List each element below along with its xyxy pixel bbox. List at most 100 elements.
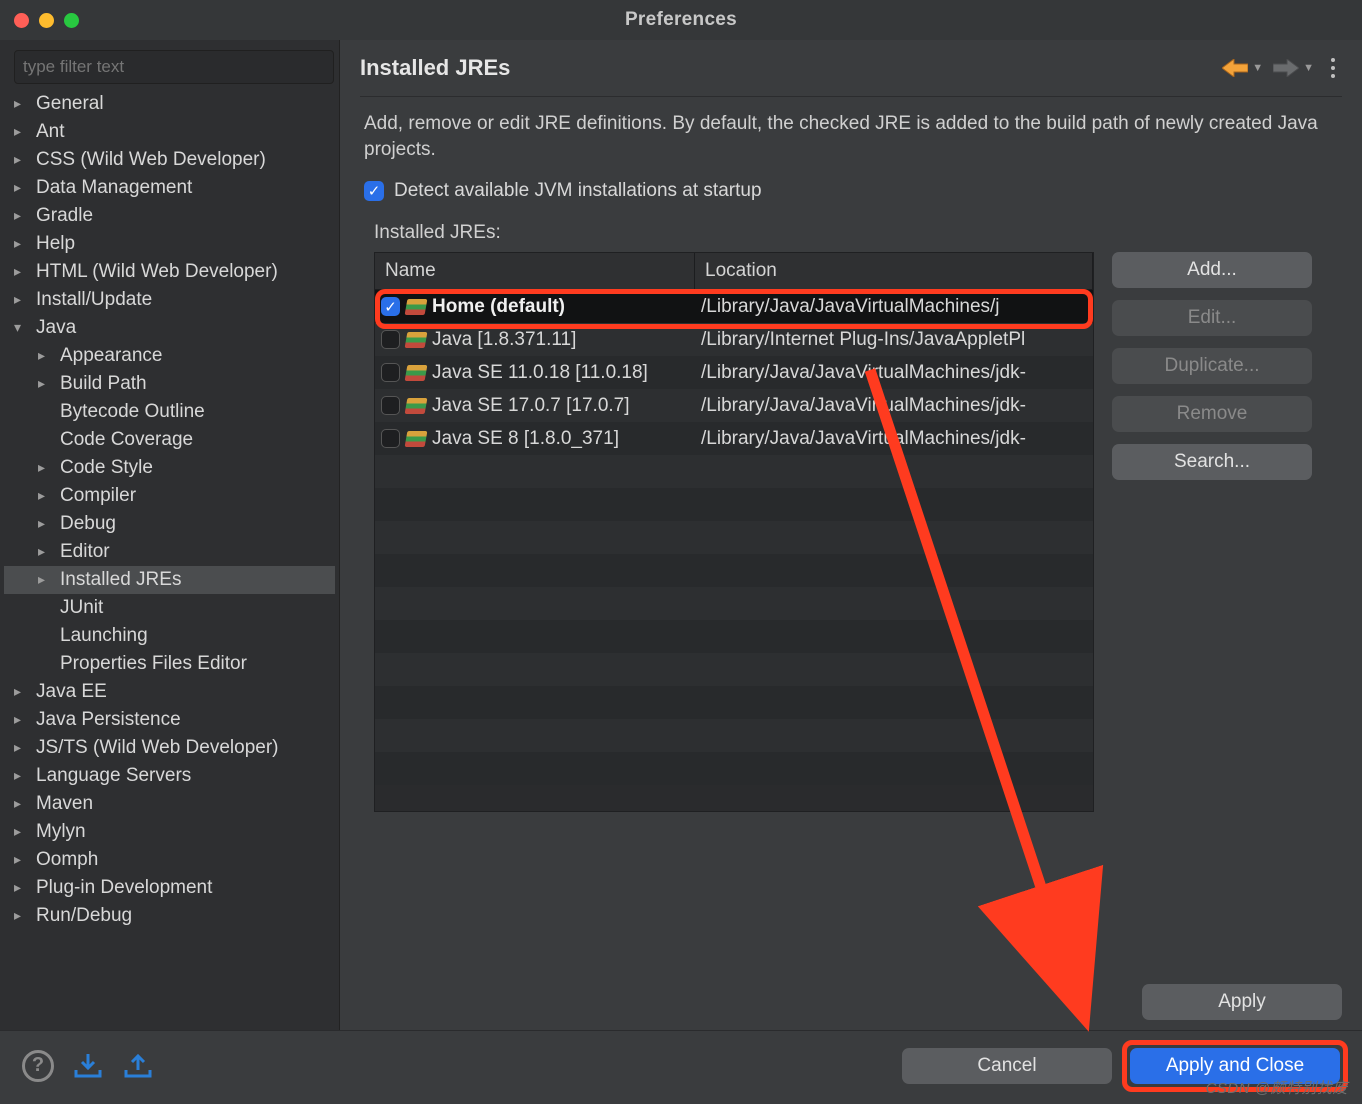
tree-item-label: Launching xyxy=(60,625,148,647)
tree-item[interactable]: Compiler xyxy=(4,482,335,510)
tree-item[interactable]: Editor xyxy=(4,538,335,566)
tree-item[interactable]: Appearance xyxy=(4,342,335,370)
jre-name: Java SE 17.0.7 [17.0.7] xyxy=(432,395,630,417)
jre-checkbox[interactable] xyxy=(381,363,400,382)
tree-item-label: Gradle xyxy=(36,205,93,227)
jre-name: Java SE 8 [1.8.0_371] xyxy=(432,428,619,450)
tree-item[interactable]: Run/Debug xyxy=(4,902,335,930)
tree-item[interactable]: Build Path xyxy=(4,370,335,398)
table-row[interactable]: Java [1.8.371.11]/Library/Internet Plug-… xyxy=(375,323,1093,356)
chevron-right-icon[interactable] xyxy=(14,123,30,140)
watermark: CSDN @颇特别找废 xyxy=(1206,1077,1348,1098)
table-row[interactable]: Java SE 11.0.18 [11.0.18]/Library/Java/J… xyxy=(375,356,1093,389)
table-row-empty xyxy=(375,686,1093,719)
tree-item[interactable]: Java Persistence xyxy=(4,706,335,734)
tree-item[interactable]: JS/TS (Wild Web Developer) xyxy=(4,734,335,762)
jre-library-icon xyxy=(405,431,428,447)
history-forward-button[interactable]: ▼ xyxy=(1273,59,1314,77)
chevron-right-icon[interactable] xyxy=(38,347,54,364)
tree-item-label: Data Management xyxy=(36,177,192,199)
tree-item-label: General xyxy=(36,93,104,115)
tree-item[interactable]: Language Servers xyxy=(4,762,335,790)
jre-checkbox[interactable] xyxy=(381,396,400,415)
tree-item[interactable]: Mylyn xyxy=(4,818,335,846)
preferences-content: Installed JREs ▼ ▼ Add, remove or edit J… xyxy=(340,40,1362,1030)
page-menu-button[interactable] xyxy=(1324,54,1342,82)
table-row[interactable]: Java SE 8 [1.8.0_371]/Library/Java/JavaV… xyxy=(375,422,1093,455)
export-preferences-button[interactable] xyxy=(122,1052,154,1080)
chevron-right-icon[interactable] xyxy=(14,207,30,224)
tree-item[interactable]: Properties Files Editor xyxy=(4,650,335,678)
tree-item[interactable]: General xyxy=(4,90,335,118)
table-row[interactable]: Java SE 17.0.7 [17.0.7]/Library/Java/Jav… xyxy=(375,389,1093,422)
column-header-name[interactable]: Name xyxy=(375,253,695,289)
chevron-right-icon[interactable] xyxy=(14,151,30,168)
tree-item[interactable]: Oomph xyxy=(4,846,335,874)
chevron-right-icon[interactable] xyxy=(14,179,30,196)
jre-checkbox[interactable] xyxy=(381,330,400,349)
chevron-right-icon[interactable] xyxy=(38,515,54,532)
filter-input[interactable] xyxy=(14,50,334,84)
tree-item[interactable]: JUnit xyxy=(4,594,335,622)
tree-item[interactable]: Debug xyxy=(4,510,335,538)
tree-item[interactable]: CSS (Wild Web Developer) xyxy=(4,146,335,174)
apply-button[interactable]: Apply xyxy=(1142,984,1342,1020)
tree-item[interactable]: Data Management xyxy=(4,174,335,202)
cancel-button[interactable]: Cancel xyxy=(902,1048,1112,1084)
chevron-right-icon[interactable] xyxy=(14,235,30,252)
tree-item[interactable]: Plug-in Development xyxy=(4,874,335,902)
chevron-right-icon[interactable] xyxy=(14,767,30,784)
tree-item[interactable]: Java EE xyxy=(4,678,335,706)
help-button[interactable]: ? xyxy=(22,1050,54,1082)
chevron-right-icon[interactable] xyxy=(14,879,30,896)
chevron-right-icon[interactable] xyxy=(38,375,54,392)
tree-item-label: Properties Files Editor xyxy=(60,653,247,675)
table-row[interactable]: ✓Home (default)/Library/Java/JavaVirtual… xyxy=(375,290,1093,323)
tree-item[interactable]: Launching xyxy=(4,622,335,650)
chevron-right-icon[interactable] xyxy=(14,291,30,308)
chevron-right-icon[interactable] xyxy=(14,683,30,700)
jre-checkbox[interactable]: ✓ xyxy=(381,297,400,316)
chevron-right-icon[interactable] xyxy=(14,907,30,924)
chevron-right-icon[interactable] xyxy=(14,263,30,280)
tree-item[interactable]: Code Coverage xyxy=(4,426,335,454)
chevron-right-icon[interactable] xyxy=(38,487,54,504)
zoom-window-button[interactable] xyxy=(64,13,79,28)
chevron-right-icon[interactable] xyxy=(38,543,54,560)
tree-item[interactable]: Java xyxy=(4,314,335,342)
chevron-down-icon[interactable] xyxy=(14,319,30,336)
search-button[interactable]: Search... xyxy=(1112,444,1312,480)
tree-item-label: HTML (Wild Web Developer) xyxy=(36,261,278,283)
chevron-right-icon[interactable] xyxy=(38,571,54,588)
minimize-window-button[interactable] xyxy=(39,13,54,28)
chevron-right-icon[interactable] xyxy=(14,739,30,756)
chevron-right-icon[interactable] xyxy=(14,823,30,840)
column-header-location[interactable]: Location xyxy=(695,253,1093,289)
jre-location: /Library/Java/JavaVirtualMachines/jdk- xyxy=(695,362,1093,384)
import-preferences-button[interactable] xyxy=(72,1052,104,1080)
jre-checkbox[interactable] xyxy=(381,429,400,448)
detect-jvm-checkbox-row[interactable]: ✓ Detect available JVM installations at … xyxy=(364,180,1338,202)
close-window-button[interactable] xyxy=(14,13,29,28)
tree-item[interactable]: Installed JREs xyxy=(4,566,335,594)
tree-item[interactable]: Code Style xyxy=(4,454,335,482)
tree-item[interactable]: Maven xyxy=(4,790,335,818)
tree-item-label: Compiler xyxy=(60,485,136,507)
tree-item[interactable]: Gradle xyxy=(4,202,335,230)
table-row-empty xyxy=(375,455,1093,488)
detect-jvm-label: Detect available JVM installations at st… xyxy=(394,180,762,202)
tree-item[interactable]: Bytecode Outline xyxy=(4,398,335,426)
chevron-right-icon[interactable] xyxy=(38,459,54,476)
tree-item[interactable]: HTML (Wild Web Developer) xyxy=(4,258,335,286)
tree-item[interactable]: Ant xyxy=(4,118,335,146)
tree-item-label: Oomph xyxy=(36,849,98,871)
chevron-right-icon[interactable] xyxy=(14,711,30,728)
chevron-right-icon[interactable] xyxy=(14,795,30,812)
add-button[interactable]: Add... xyxy=(1112,252,1312,288)
history-back-button[interactable]: ▼ xyxy=(1222,59,1263,77)
chevron-right-icon[interactable] xyxy=(14,95,30,112)
tree-item[interactable]: Help xyxy=(4,230,335,258)
chevron-right-icon[interactable] xyxy=(14,851,30,868)
tree-item[interactable]: Install/Update xyxy=(4,286,335,314)
detect-jvm-checkbox[interactable]: ✓ xyxy=(364,181,384,201)
